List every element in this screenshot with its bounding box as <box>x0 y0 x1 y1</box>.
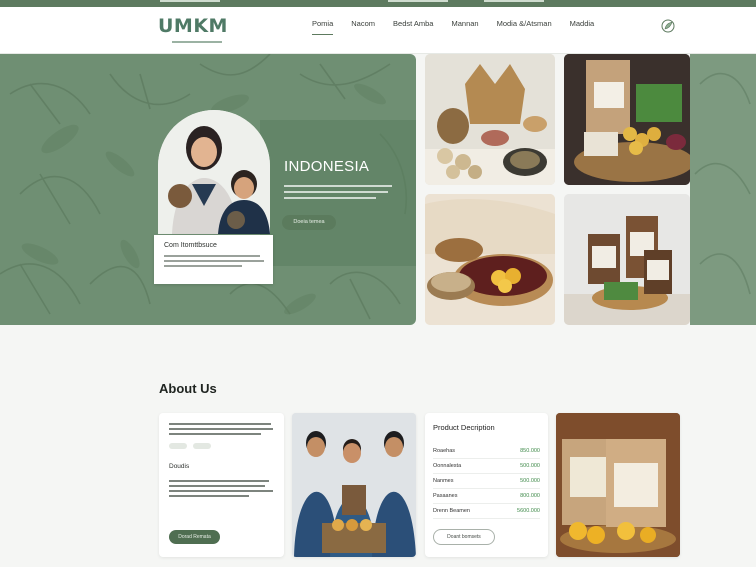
hero-cta-button[interactable]: Doeia temea <box>282 215 336 230</box>
product-details-button[interactable]: Doant bomsets <box>433 529 495 545</box>
top-accent-tick <box>388 0 448 2</box>
top-accent-tick <box>160 0 220 2</box>
hero-banner: INDONESIA Doeia temea Com Itomttbsuce <box>0 54 416 325</box>
product-image-crafts[interactable] <box>425 54 555 185</box>
product-card-title: Product Decription <box>433 423 495 432</box>
site-header: UMKM Pomia Nacom Bedst Amba Mannan Modia… <box>0 7 756 54</box>
product-price: 500.000 <box>520 478 540 484</box>
about-intro-card: Doudis Dorad Remata <box>159 413 284 557</box>
nav-item-maddia[interactable]: Maddia <box>570 19 595 35</box>
price-row: Nanmes 500.000 <box>433 474 540 489</box>
hero-card-title: Com Itomttbsuce <box>164 242 217 249</box>
intro-read-more-button[interactable]: Dorad Remata <box>169 530 220 544</box>
leaf-pattern-side <box>690 54 756 325</box>
nav-item-pomia[interactable]: Pomia <box>312 19 334 35</box>
hero-portrait-image <box>158 110 270 234</box>
price-row: Drenn Beamen 5600.000 <box>433 504 540 519</box>
product-image-dried-fruits[interactable] <box>425 194 555 325</box>
hero-info-card: Com Itomttbsuce <box>154 235 273 284</box>
hero-title: INDONESIA <box>284 158 370 175</box>
team-photo <box>292 413 416 557</box>
main-nav: Pomia Nacom Bedst Amba Mannan Modia &/At… <box>312 19 612 35</box>
product-image-pouches[interactable] <box>564 194 690 325</box>
product-pouches-photo <box>556 413 680 557</box>
product-name: Roaehas <box>433 448 456 454</box>
product-description-card: Product Decription Roaehas 850.000 Oonna… <box>425 413 548 557</box>
nav-item-bedst-amba[interactable]: Bedst Amba <box>393 19 433 35</box>
product-image-packaged-snacks[interactable] <box>564 54 690 185</box>
logo-text: UMKM <box>158 15 228 37</box>
leaf-icon[interactable] <box>660 18 676 34</box>
about-heading: About Us <box>159 381 217 396</box>
price-row: Roaehas 850.000 <box>433 444 540 459</box>
product-price: 850.000 <box>520 448 540 454</box>
product-price: 5600.000 <box>517 508 540 514</box>
product-price: 800.000 <box>520 493 540 499</box>
product-name: Pasaanes <box>433 493 458 499</box>
logo-tagline-bar <box>172 41 222 43</box>
tag-chip[interactable] <box>193 443 211 449</box>
nav-item-nacom[interactable]: Nacom <box>351 19 375 35</box>
nav-item-mannan[interactable]: Mannan <box>451 19 478 35</box>
top-accent-bar <box>0 0 756 7</box>
product-name: Oonnalesta <box>433 463 462 469</box>
brand-logo[interactable]: UMKM <box>158 15 228 43</box>
nav-item-modia[interactable]: Modia &/Atsman <box>497 19 552 35</box>
intro-subheading: Doudis <box>169 463 190 470</box>
top-accent-tick <box>484 0 544 2</box>
price-row: Pasaanes 800.000 <box>433 489 540 504</box>
product-name: Drenn Beamen <box>433 508 470 514</box>
tag-chip[interactable] <box>169 443 187 449</box>
product-name: Nanmes <box>433 478 454 484</box>
hero-description <box>284 185 394 203</box>
product-price: 500.000 <box>520 463 540 469</box>
price-row: Oonnalesta 500.000 <box>433 459 540 474</box>
